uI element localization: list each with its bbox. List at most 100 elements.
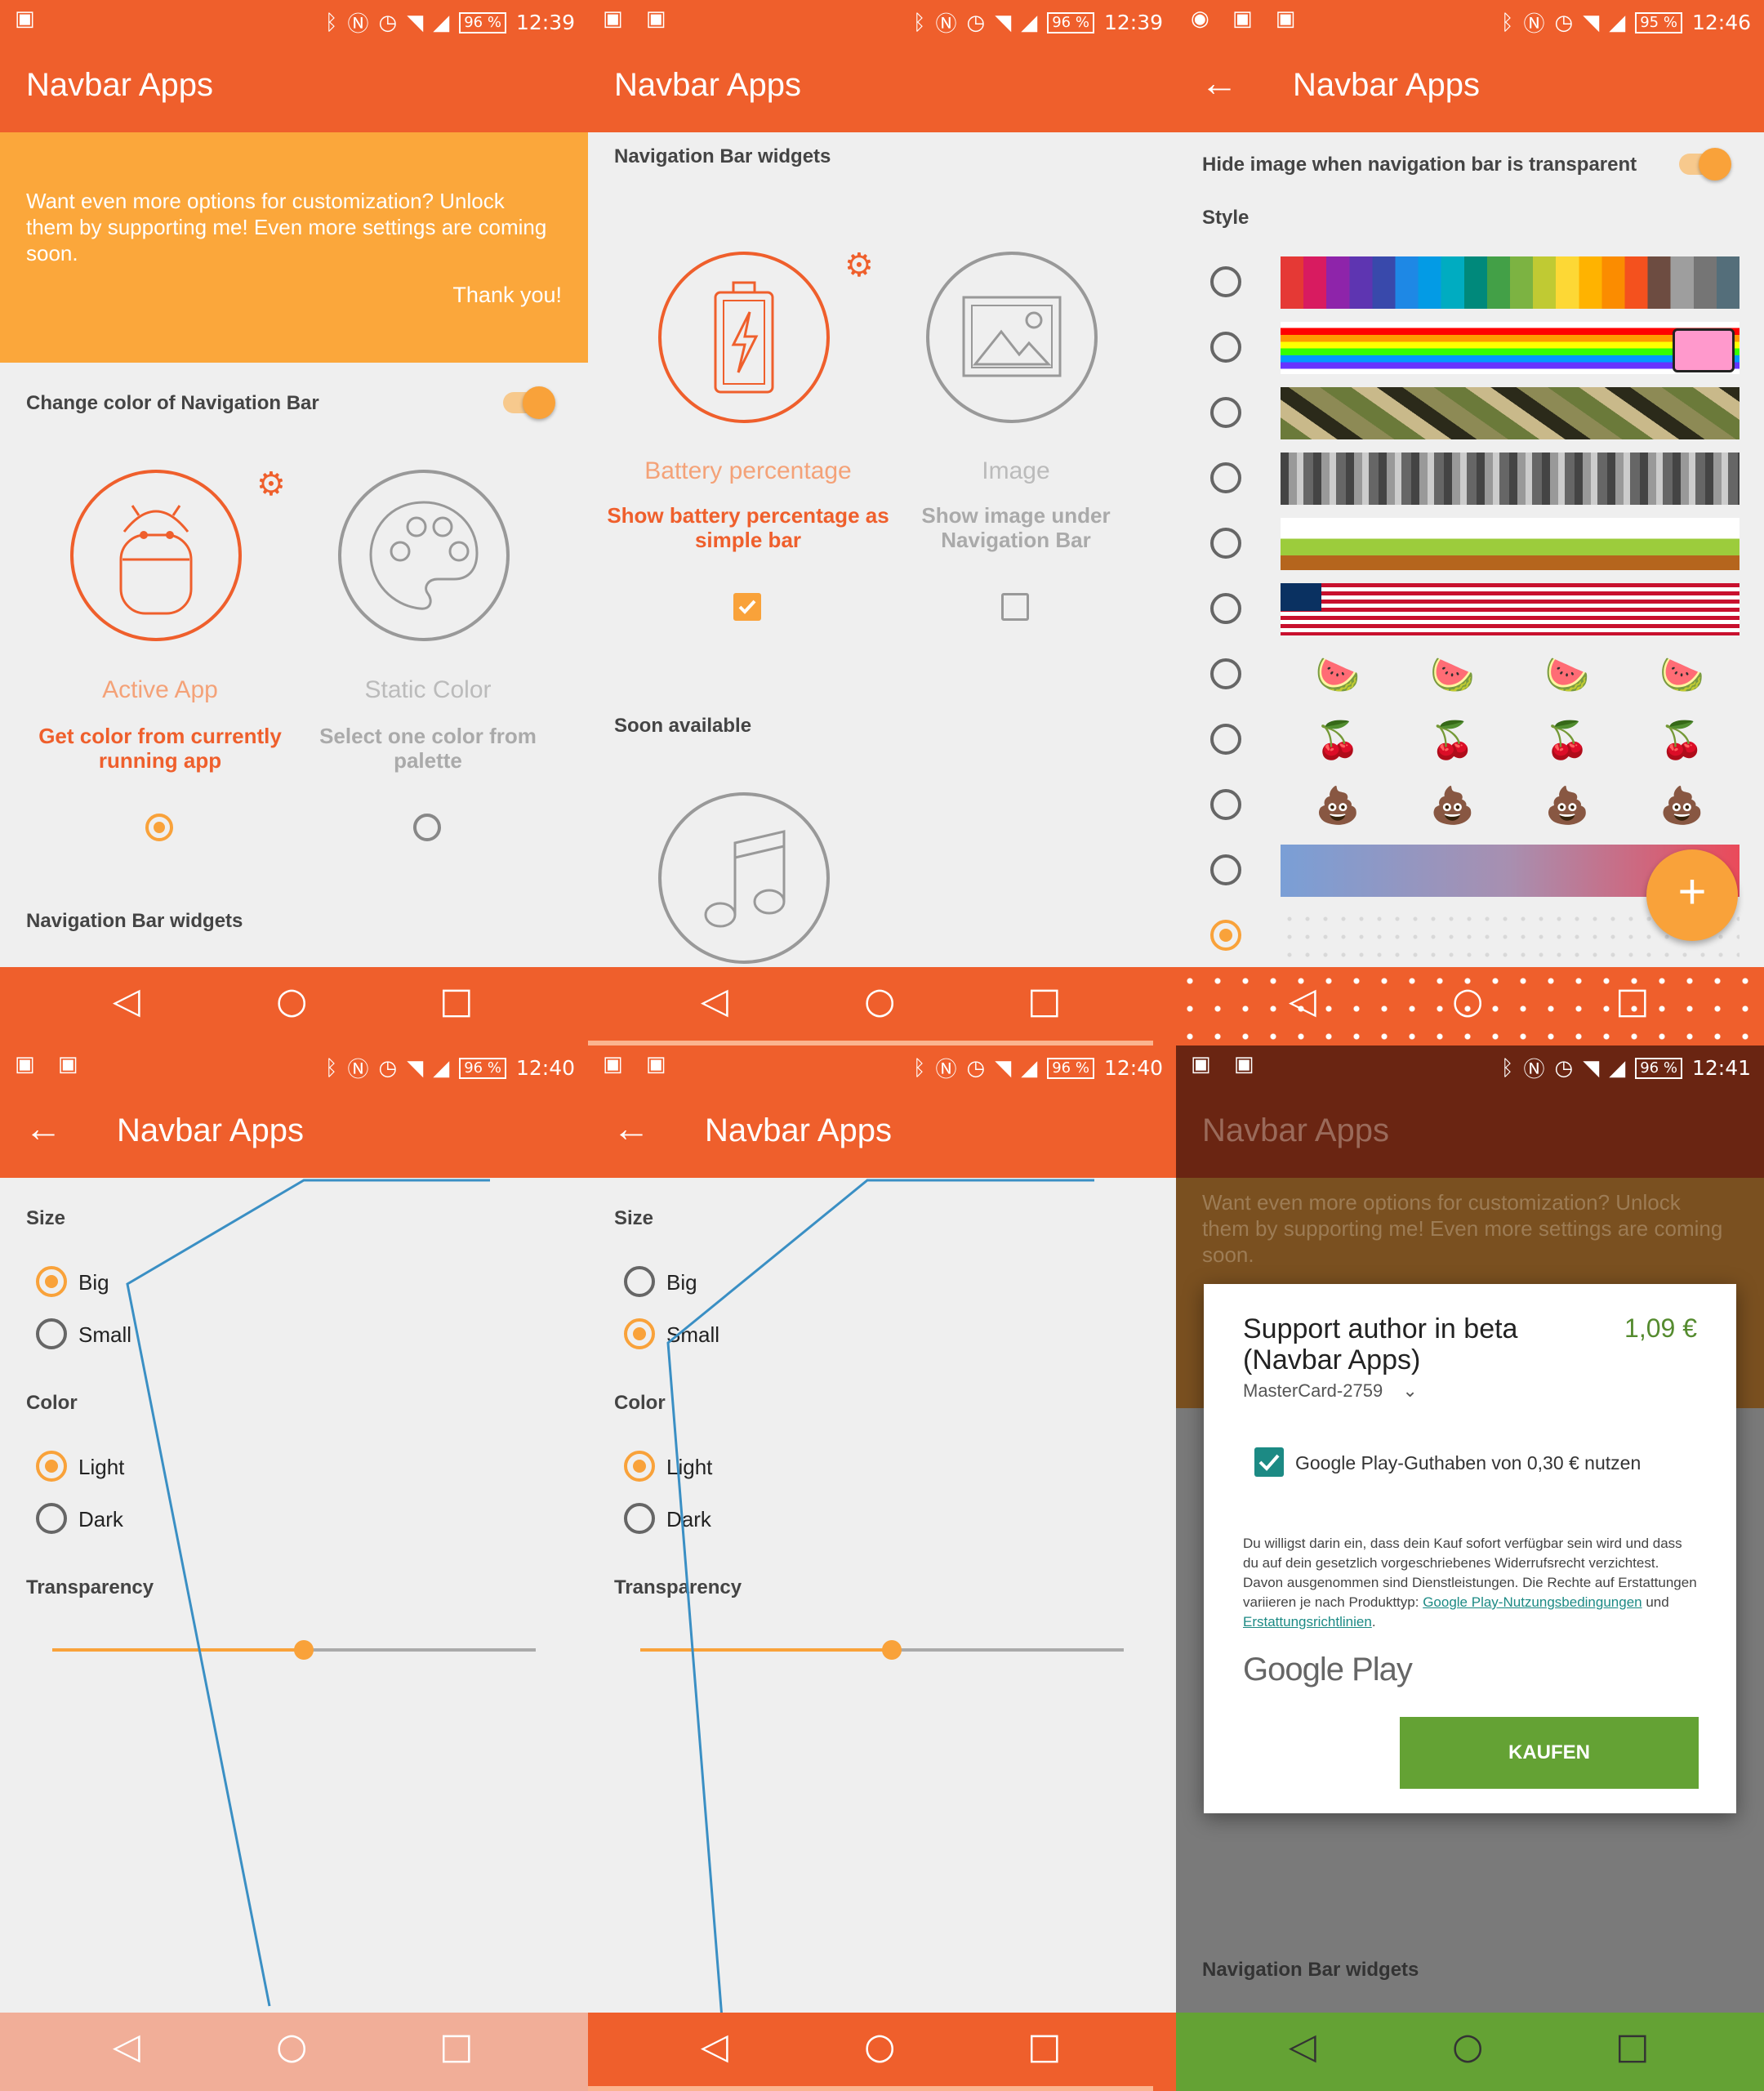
nav-home-icon[interactable]: ○ <box>864 980 895 1022</box>
battery-widget-option[interactable] <box>658 252 830 423</box>
style-radio-9[interactable] <box>1210 789 1241 820</box>
battery-widget-checkbox[interactable] <box>733 593 761 621</box>
image-widget-desc: Show image under Navigation Bar <box>921 503 1111 552</box>
nav-home-icon[interactable]: ○ <box>1452 2026 1483 2067</box>
nav-home-icon[interactable]: ○ <box>276 2026 307 2067</box>
status-bar: ▣ ▣ ᛒ Ⓝ ◷ ◥ ◢ 96 % 12:41 <box>1176 1046 1764 1086</box>
payment-method[interactable]: MasterCard-2759 ⌄ <box>1243 1380 1418 1402</box>
bluetooth-icon: ᛒ <box>1500 1055 1514 1081</box>
nav-recent-icon[interactable]: □ <box>439 980 474 1022</box>
signal-icon: ◢ <box>1609 10 1626 35</box>
nav-recent-icon[interactable]: □ <box>439 2026 474 2067</box>
nav-back-icon[interactable]: ◁ <box>113 980 140 1022</box>
style-radio-11[interactable] <box>1210 920 1241 951</box>
style-radio-7[interactable] <box>1210 658 1241 689</box>
nav-recent-icon[interactable]: □ <box>1027 2026 1062 2067</box>
signal-icon: ◢ <box>1021 10 1038 35</box>
cherry-icon: 🍒 <box>1430 720 1476 761</box>
active-app-settings-gear-icon[interactable]: ⚙ <box>256 466 286 503</box>
app-bar: Navbar Apps <box>1176 1086 1764 1178</box>
widgets-header: Navigation Bar widgets <box>1202 1959 1419 1981</box>
app-title: Navbar Apps <box>1293 67 1481 103</box>
banner-text: Want even more options for customization… <box>1202 1190 1723 1267</box>
credit-checkbox[interactable] <box>1254 1447 1284 1477</box>
refund-policy-link[interactable]: Erstattungsrichtlinien <box>1243 1614 1372 1630</box>
nav-home-icon[interactable]: ○ <box>1452 980 1483 1022</box>
check-icon <box>738 600 756 614</box>
style-us-flag <box>1281 583 1740 635</box>
bluetooth-icon: ᛒ <box>1500 10 1514 35</box>
active-app-title: Active App <box>102 676 218 703</box>
support-banner[interactable]: Want even more options for customization… <box>0 132 588 363</box>
panel-size-color-small: ▣ ▣ ᛒ Ⓝ ◷ ◥ ◢ 96 % 12:40 ← Navbar Apps S… <box>588 1046 1176 2091</box>
active-app-radio[interactable] <box>145 814 173 841</box>
static-color-radio[interactable] <box>413 814 441 841</box>
bluetooth-icon: ᛒ <box>324 10 338 35</box>
bluetooth-icon: ᛒ <box>912 10 926 35</box>
app-title: Navbar Apps <box>26 67 214 103</box>
terms-link[interactable]: Google Play-Nutzungsbedingungen <box>1423 1594 1642 1610</box>
navigation-bar: ◁ ○ □ <box>0 967 588 1046</box>
back-arrow-icon[interactable]: ← <box>1200 60 1238 105</box>
app-title: Navbar Apps <box>1202 1112 1390 1148</box>
app-bar: ← Navbar Apps <box>1176 41 1764 132</box>
credit-label: Google Play-Guthaben von 0,30 € nutzen <box>1295 1452 1642 1474</box>
battery-charging-icon <box>714 281 774 394</box>
clock: 12:39 <box>515 11 575 34</box>
style-radio-6[interactable] <box>1210 593 1241 624</box>
clock: 12:39 <box>1103 11 1163 34</box>
nav-back-icon[interactable]: ◁ <box>113 2026 140 2067</box>
nyan-cat-icon <box>1673 328 1735 372</box>
style-radio-3[interactable] <box>1210 397 1241 428</box>
buy-button[interactable]: KAUFEN <box>1400 1717 1699 1789</box>
navigation-bar: ◁ ○ □ <box>588 967 1176 1046</box>
music-note-icon <box>704 830 786 928</box>
wifi-icon: ◥ <box>407 10 424 35</box>
battery-indicator: 95 % <box>1635 11 1682 33</box>
style-header: Style <box>1202 207 1250 229</box>
navigation-bar: ◁ ○ □ <box>588 2013 1176 2091</box>
cherry-icon: 🍒 <box>1315 720 1361 761</box>
chevron-down-icon: ⌄ <box>1402 1381 1418 1402</box>
app-bar: Navbar Apps <box>588 41 1176 132</box>
style-radio-2[interactable] <box>1210 332 1241 363</box>
music-widget-option <box>658 792 830 964</box>
watermelon-icon: 🍉 <box>1659 654 1705 696</box>
nav-recent-icon[interactable]: □ <box>1615 980 1650 1022</box>
style-camo-digital <box>1281 453 1740 505</box>
nav-back-icon[interactable]: ◁ <box>701 2026 728 2067</box>
signal-icon: ◢ <box>1609 1055 1626 1081</box>
hide-image-label: Hide image when navigation bar is transp… <box>1202 154 1637 176</box>
payment-method-label: MasterCard-2759 <box>1243 1380 1383 1401</box>
nav-home-icon[interactable]: ○ <box>276 980 307 1022</box>
static-color-option[interactable] <box>338 470 510 641</box>
nav-recent-icon[interactable]: □ <box>1615 2026 1650 2067</box>
change-color-label: Change color of Navigation Bar <box>26 392 319 414</box>
palette-icon <box>369 501 479 610</box>
cherry-icon: 🍒 <box>1659 720 1705 761</box>
nav-home-icon[interactable]: ○ <box>864 2026 895 2067</box>
style-poop: 💩 💩 💩 💩 <box>1281 779 1740 831</box>
nav-recent-icon[interactable]: □ <box>1027 980 1062 1022</box>
panel-widgets: ▣ ▣ ᛒ Ⓝ ◷ ◥ ◢ 96 % 12:39 Navbar Apps Nav… <box>588 0 1176 1046</box>
banner-text: Want even more options for customization… <box>26 189 547 265</box>
style-radio-8[interactable] <box>1210 724 1241 755</box>
style-watermelon: 🍉 🍉 🍉 🍉 <box>1281 649 1740 701</box>
battery-bar <box>588 2086 1153 2091</box>
nav-back-icon[interactable]: ◁ <box>1289 980 1316 1022</box>
active-app-option[interactable] <box>70 470 242 641</box>
poop-icon: 💩 <box>1430 785 1476 827</box>
watermelon-icon: 🍉 <box>1544 654 1590 696</box>
nav-back-icon[interactable]: ◁ <box>1289 2026 1316 2067</box>
battery-settings-gear-icon[interactable]: ⚙ <box>844 247 874 284</box>
image-widget-checkbox[interactable] <box>1001 593 1029 621</box>
style-radio-4[interactable] <box>1210 462 1241 493</box>
nav-back-icon[interactable]: ◁ <box>701 980 728 1022</box>
wifi-icon: ◥ <box>995 10 1012 35</box>
style-radio-10[interactable] <box>1210 854 1241 885</box>
image-widget-option[interactable] <box>926 252 1098 423</box>
add-image-fab[interactable]: + <box>1646 849 1738 941</box>
image-widget-title: Image <box>982 457 1050 484</box>
style-radio-5[interactable] <box>1210 528 1241 559</box>
style-radio-1[interactable] <box>1210 266 1241 297</box>
